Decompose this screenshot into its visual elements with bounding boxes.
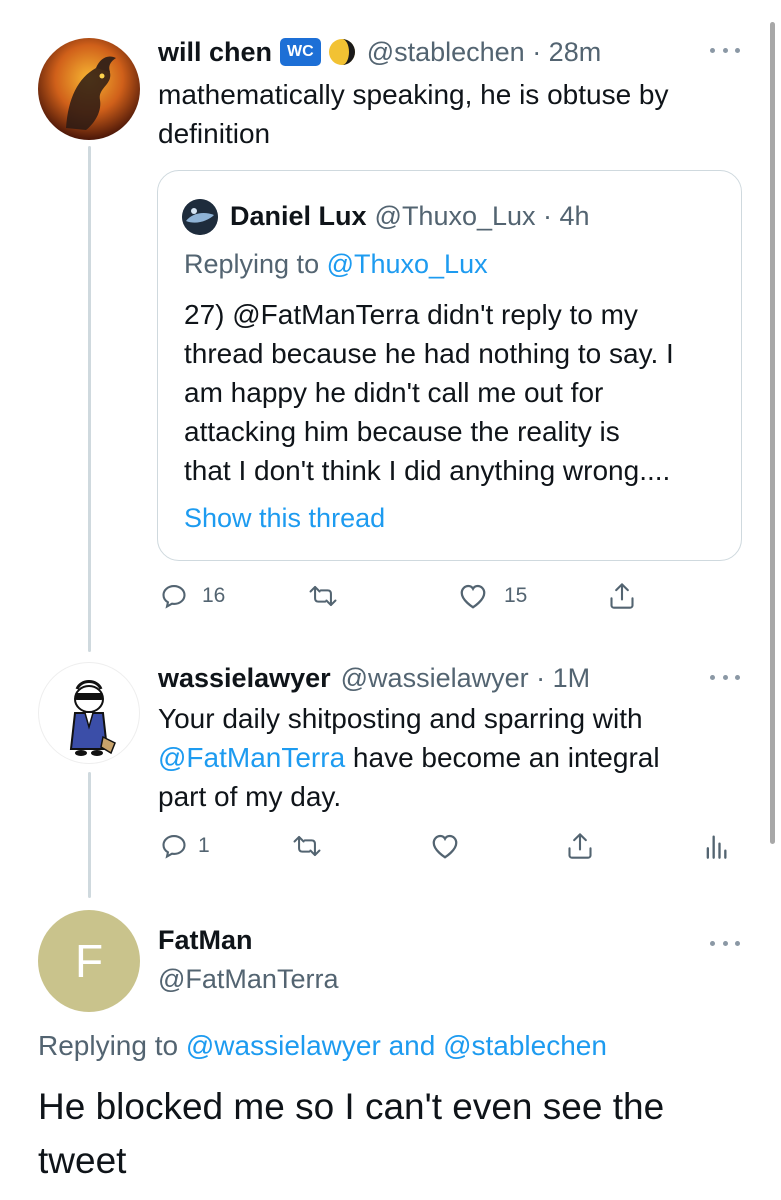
analytics-icon [706,835,727,859]
like-count: 15 [504,584,528,607]
share-icon [568,833,592,859]
replying-to-handles[interactable]: @wassielawyer and @stablechen [186,1030,607,1061]
reply-icon [162,585,186,609]
quoted-text-line: attacking him because the reality is [184,416,620,447]
retweet-button[interactable] [306,582,340,610]
more-icon[interactable] [710,938,740,948]
quoted-text-line: that I don't think I did anything wrong.… [184,455,671,486]
moon-icon [327,37,357,67]
thread-line [88,772,91,898]
replying-to-label: Replying to [184,249,327,279]
avatar[interactable] [38,662,140,764]
replying-to-label: Replying to [38,1030,186,1061]
like-button[interactable]: 15 [458,582,527,610]
analytics-button[interactable] [704,832,728,860]
avatar-letter: F [74,935,104,987]
quoted-tweet-card[interactable]: Daniel Lux @Thuxo_Lux · 4h Replying to @… [157,170,742,561]
avatar[interactable]: F [38,910,140,1012]
quoted-text-line: thread because he had nothing to say. I [184,338,674,369]
share-icon [610,583,634,609]
author-handle-time[interactable]: @stablechen · 28m [367,37,602,68]
share-button[interactable] [566,830,594,862]
scrollbar[interactable] [770,22,775,844]
reply-count: 1 [198,834,210,857]
reply-button[interactable]: 1 [160,832,210,860]
reply-button[interactable]: 16 [160,582,225,610]
retweet-icon [293,835,321,857]
like-button[interactable] [430,832,460,860]
avatar[interactable] [38,38,140,140]
quoted-text-line: am happy he didn't call me out for [184,377,604,408]
main-tweet-text: He blocked me so I can't even see the [38,1086,665,1127]
author-handle[interactable]: @FatManTerra [158,964,338,995]
retweet-button[interactable] [290,832,324,860]
quoted-text-line: 27) @FatManTerra didn't reply to my [184,299,638,330]
more-icon[interactable] [710,672,740,682]
like-icon [460,584,486,609]
tweet-text: definition [158,118,271,149]
tweet-text: Your daily shitposting and sparring with [158,703,643,734]
reply-count: 16 [202,584,226,607]
quoted-author-name[interactable]: Daniel Lux [230,201,367,232]
tweet-text: have become an integral [345,742,660,773]
like-icon [432,834,458,859]
main-tweet-text: tweet [38,1140,127,1181]
replying-to-handle[interactable]: @Thuxo_Lux [327,249,488,279]
mention-link[interactable]: @FatManTerra [158,742,345,773]
author-name[interactable]: will chen [158,37,272,68]
show-thread-link[interactable]: Show this thread [184,503,385,534]
author-handle-time[interactable]: @wassielawyer · 1M [341,663,590,694]
retweet-icon [309,585,337,607]
avatar[interactable] [182,199,218,235]
wc-badge: WC [280,38,321,66]
author-name[interactable]: FatMan [158,925,253,956]
author-name[interactable]: wassielawyer [158,663,331,694]
more-icon[interactable] [710,45,740,55]
tweet-text: part of my day. [158,781,342,812]
thread-line [88,146,91,652]
share-button[interactable] [608,580,636,612]
tweet-text: mathematically speaking, he is obtuse by [158,79,669,110]
quoted-author-handle-time[interactable]: @Thuxo_Lux · 4h [375,201,590,232]
reply-icon [162,835,186,859]
